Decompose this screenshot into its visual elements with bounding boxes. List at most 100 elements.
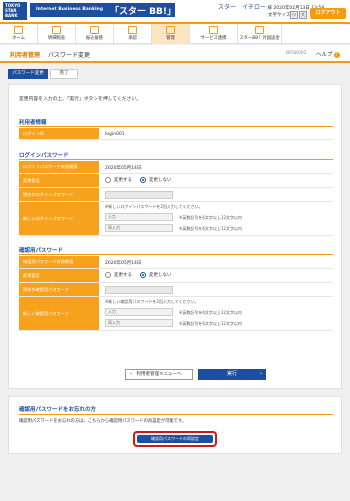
radio-label: 変更しない <box>149 178 172 183</box>
header: TOKYO STAR BANK Internet Business Bankin… <box>0 0 350 22</box>
global-nav: ホーム 明細照会 振込振替 承認 管理 サービス連携 スターBB！外国送金 <box>0 22 350 44</box>
nav-item-service-link[interactable]: サービス連携 <box>190 24 238 44</box>
login-change-row: 変更要否 変更する 変更しない <box>19 174 333 188</box>
confirm-current-password-field[interactable] <box>105 286 173 294</box>
section-divider <box>19 126 333 127</box>
confirm-new-note: ※英数記号を6文字以上12文字以内 <box>179 310 242 315</box>
login-id-value: login001 <box>105 132 125 137</box>
login-current-password-field[interactable] <box>105 191 173 199</box>
document-icon <box>52 26 61 34</box>
bank-logo[interactable]: TOKYO STAR BANK <box>3 2 27 20</box>
nav-item-transfer[interactable]: 振込振替 <box>76 24 114 44</box>
back-button-label: 利用者管理メニューへ <box>136 372 182 377</box>
nav-label: サービス連携 <box>200 36 227 41</box>
link-icon <box>209 26 218 34</box>
nav-label: 振込振替 <box>85 36 104 41</box>
nav-label: スターBB！外国送金 <box>239 36 280 41</box>
execute-button-label: 実行 <box>226 371 237 377</box>
reset-button-highlight: 確認用パスワードの再設定 <box>133 431 217 447</box>
section-divider <box>19 159 333 160</box>
nav-label: ホーム <box>12 36 25 41</box>
nav-label: 承認 <box>128 36 137 41</box>
section-divider <box>19 414 333 415</box>
login-change-radio[interactable] <box>105 177 111 183</box>
confirm-expiry-label: 確認用パスワード有効期限 <box>19 256 99 268</box>
confirm-change-row: 変更要否 変更する 変更しない <box>19 269 333 283</box>
confirm-reinput-note: ※英数記号を6文字以上12文字以内 <box>179 321 242 326</box>
main-form-card: 変更内容を入力の上、「実行」ボタンを押してください。 利用者情報 ログインID … <box>8 84 342 389</box>
login-expiry-value: 2020年05月14日 <box>105 166 142 171</box>
page-category: 利用者管理 <box>10 52 41 59</box>
page-title: パスワード変更 <box>48 52 91 59</box>
forgot-title: 確認用パスワードをお忘れの方 <box>19 407 97 413</box>
confirm-nochange-radio[interactable] <box>140 272 146 278</box>
nav-label: 管理 <box>166 36 175 41</box>
login-expiry-row: ログインパスワード有効期限 2020年05月14日 <box>19 161 333 174</box>
login-id-label: ログインID <box>19 128 99 139</box>
step-next: 完了 <box>50 69 78 79</box>
section-divider <box>19 254 333 255</box>
nav-item-home[interactable]: ホーム <box>0 24 38 44</box>
service-name: 「スター BB!」 <box>110 7 176 17</box>
section-title-confirm-password: 確認用パスワード <box>19 248 64 254</box>
confirm-change-options: 変更する 変更しない <box>105 272 180 279</box>
radio-label: 変更しない <box>149 273 172 278</box>
gear-icon <box>166 26 175 34</box>
login-new-hint: ※新しいログインパスワードを2回入力してください。 <box>105 204 203 209</box>
execute-button[interactable]: 実行 › <box>198 369 266 380</box>
nav-item-foreign-remittance[interactable]: スターBB！外国送金 <box>238 24 282 44</box>
login-new-row: 新しいログインパスワード ※新しいログインパスワードを2回入力してください。 入… <box>19 202 333 236</box>
user-info: スター イチロー 様 2020年02月13日 13:58 <box>218 2 324 11</box>
help-icon: ? <box>333 52 340 58</box>
login-confirm-password-field[interactable]: 再入力 <box>105 224 173 232</box>
back-to-menu-button[interactable]: ‹ 利用者管理メニューへ <box>125 369 193 380</box>
font-small-button[interactable]: 小 <box>290 11 298 19</box>
forgot-password-card: 確認用パスワードをお忘れの方 確認用パスワードをお忘れの方は、こちらから確認用パ… <box>8 396 342 454</box>
login-new-note: ※英数記号を6文字以上12文字以内 <box>179 215 242 220</box>
confirm-new-row: 新しい確認用パスワード ※新しい確認用パスワードを2回入力してください。 入力 … <box>19 297 333 331</box>
login-current-row: 現在のログインパスワード <box>19 188 333 202</box>
forgot-text: 確認用パスワードをお忘れの方は、こちらから確認用パスワードの再設定が可能です。 <box>19 419 187 424</box>
help-link[interactable]: ヘルプ? <box>316 50 340 58</box>
radio-label: 変更する <box>114 178 132 183</box>
font-size-label: 文字サイズ <box>268 13 291 18</box>
confirm-current-label: 現在の確認用パスワード <box>19 283 99 296</box>
step-current: パスワード変更 <box>8 69 48 79</box>
confirm-current-row: 現在の確認用パスワード <box>19 283 333 297</box>
login-nochange-radio[interactable] <box>140 177 146 183</box>
approval-icon <box>128 26 137 34</box>
login-change-options: 変更する 変更しない <box>105 177 180 184</box>
service-subtitle: Internet Business Banking <box>36 7 103 12</box>
chevron-right-icon: › <box>260 371 262 377</box>
transfer-icon <box>90 26 99 34</box>
user-suffix: 様 <box>267 6 272 11</box>
nav-item-approval[interactable]: 承認 <box>114 24 152 44</box>
login-confirm-note: ※英数記号を6文字以上12文字以内 <box>179 226 242 231</box>
confirm-reinput-password-field[interactable]: 再入力 <box>105 319 173 327</box>
logout-button[interactable]: ログアウト <box>310 8 346 19</box>
login-new-password-field[interactable]: 入力 <box>105 213 173 221</box>
user-name: スター イチロー <box>218 4 267 11</box>
title-bar: 利用者管理 パスワード変更 BRSK002 ヘルプ? <box>0 45 350 63</box>
font-large-button[interactable]: 大 <box>299 11 307 19</box>
confirm-new-label: 新しい確認用パスワード <box>19 297 99 330</box>
nav-label: 明細照会 <box>47 36 66 41</box>
login-new-label: 新しいログインパスワード <box>19 202 99 235</box>
section-title-user-info: 利用者情報 <box>19 120 47 126</box>
home-icon <box>14 26 23 34</box>
confirm-new-password-field[interactable]: 入力 <box>105 308 173 316</box>
chevron-left-icon: ‹ <box>130 371 132 377</box>
login-id-row: ログインID login001 <box>19 128 333 140</box>
nav-item-statement[interactable]: 明細照会 <box>38 24 76 44</box>
login-expiry-label: ログインパスワード有効期限 <box>19 161 99 173</box>
radio-label: 変更する <box>114 273 132 278</box>
screen-id: BRSK002 <box>286 51 307 56</box>
confirm-new-hint: ※新しい確認用パスワードを2回入力してください。 <box>105 299 199 304</box>
help-label: ヘルプ <box>316 52 333 58</box>
confirm-change-label: 変更要否 <box>19 269 99 282</box>
confirm-change-radio[interactable] <box>105 272 111 278</box>
confirm-expiry-row: 確認用パスワード有効期限 2020年05月14日 <box>19 256 333 269</box>
nav-item-admin[interactable]: 管理 <box>152 24 190 44</box>
reset-confirm-password-button[interactable]: 確認用パスワードの再設定 <box>137 435 213 443</box>
instruction-text: 変更内容を入力の上、「実行」ボタンを押してください。 <box>19 97 142 102</box>
